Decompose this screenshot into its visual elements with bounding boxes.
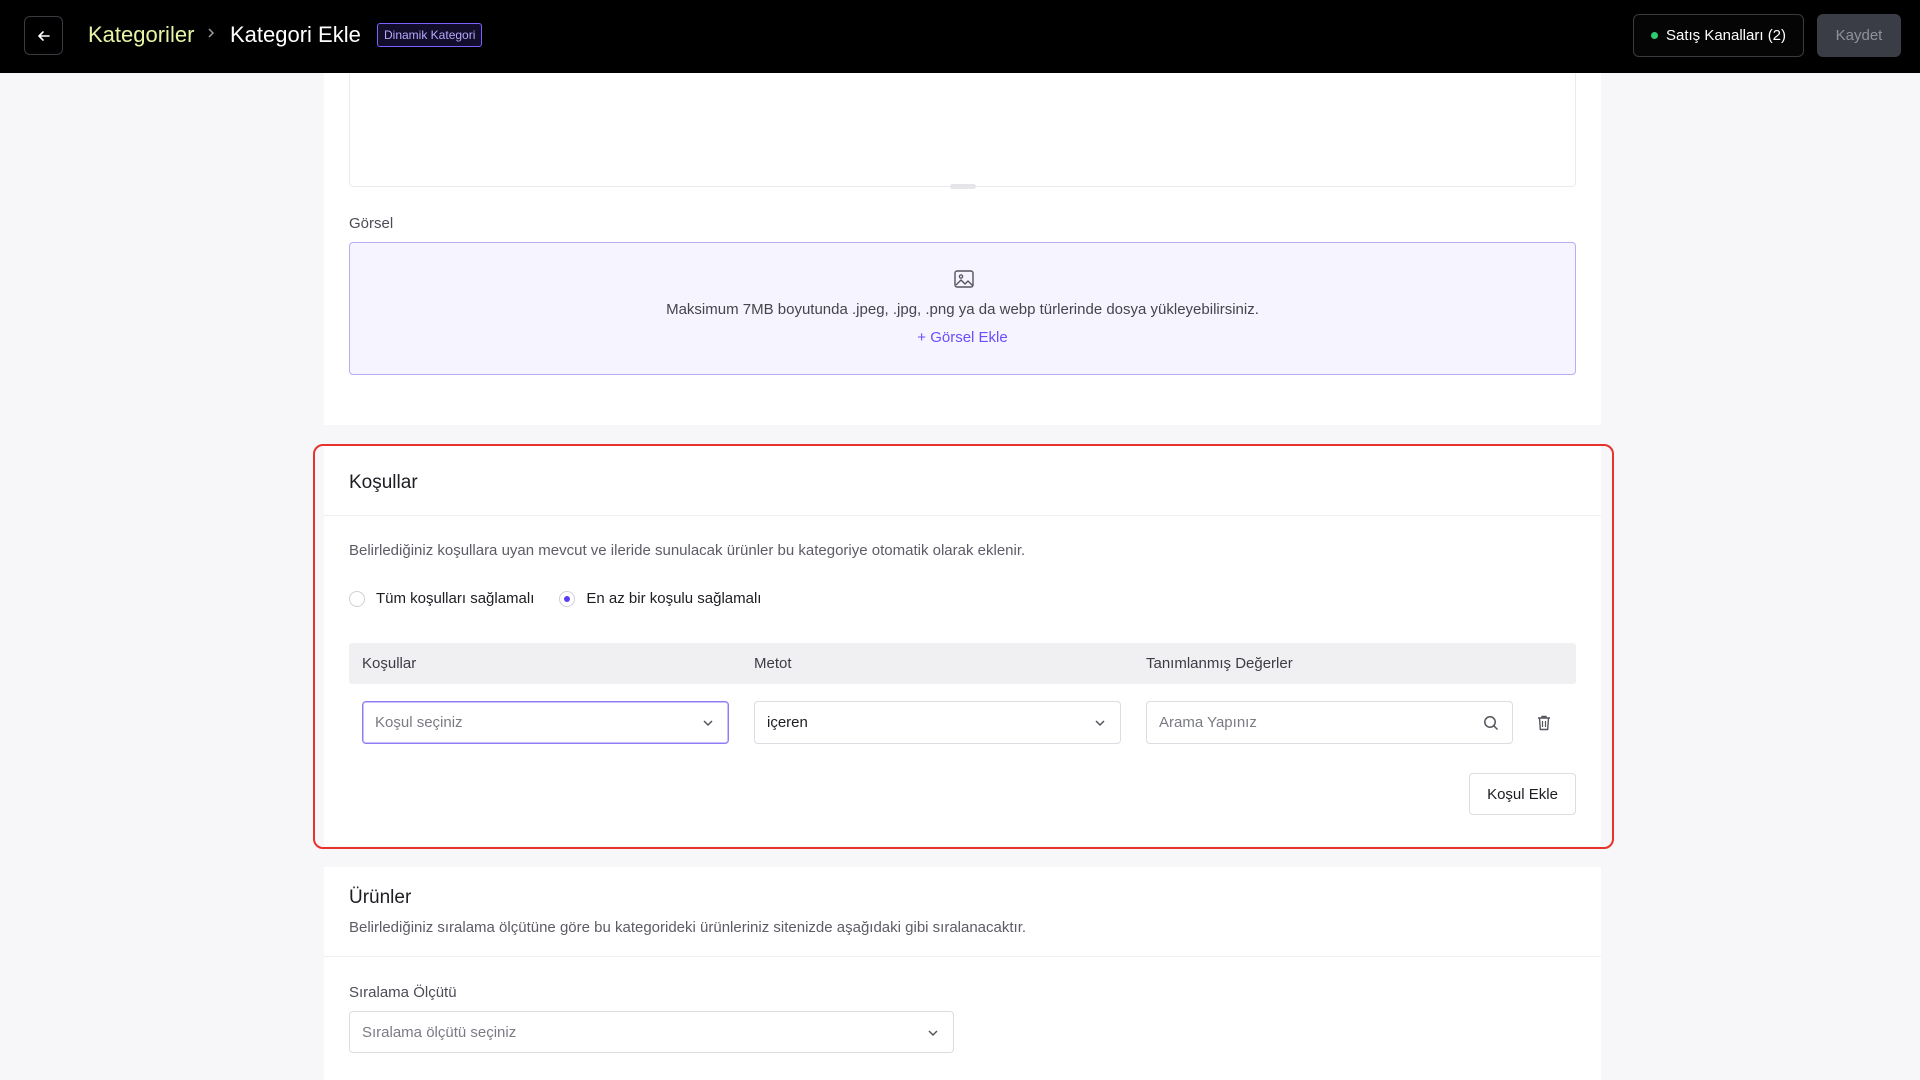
details-card: Görsel Maksimum 7MB boyutunda .jpeg, .jp… xyxy=(324,73,1601,425)
sort-select[interactable]: Sıralama ölçütü seçiniz xyxy=(349,1011,954,1053)
conditions-title: Koşullar xyxy=(349,472,418,493)
search-icon[interactable] xyxy=(1482,714,1500,732)
values-search-input[interactable]: Arama Yapınız xyxy=(1146,701,1513,744)
radio-all-conditions-label[interactable]: Tüm koşulları sağlamalı xyxy=(376,590,534,607)
divider xyxy=(324,515,1601,516)
sales-channels-label: Satış Kanalları (2) xyxy=(1665,27,1787,44)
sort-label: Sıralama Ölçütü xyxy=(349,984,457,1001)
chevron-down-icon xyxy=(1095,720,1105,727)
top-bar: Kategoriler Kategori Ekle Dinamik Katego… xyxy=(0,0,1920,73)
image-upload-zone[interactable]: Maksimum 7MB boyutunda .jpeg, .jpg, .png… xyxy=(349,242,1576,375)
page-title: Kategori Ekle xyxy=(230,22,361,47)
back-button[interactable] xyxy=(24,16,63,55)
chevron-down-icon xyxy=(928,1030,938,1037)
image-icon xyxy=(954,270,974,288)
image-label: Görsel xyxy=(349,215,394,232)
conditions-table-header: Koşullar Metot Tanımlanmış Değerler xyxy=(349,643,1576,684)
conditions-description: Belirlediğiniz koşullara uyan mevcut ve … xyxy=(349,542,1026,559)
condition-select-placeholder: Koşul seçiniz xyxy=(375,714,463,731)
status-dot-icon xyxy=(1650,32,1658,39)
products-title: Ürünler xyxy=(349,887,412,908)
add-condition-button[interactable]: Koşul Ekle xyxy=(1469,773,1576,815)
dynamic-category-badge: Dinamik Kategori xyxy=(377,23,483,47)
breadcrumb-separator-icon xyxy=(206,24,216,45)
radio-any-condition-label[interactable]: En az bir koşulu sağlamalı xyxy=(586,590,761,607)
sort-select-placeholder: Sıralama ölçütü seçiniz xyxy=(362,1023,517,1041)
radio-any-condition[interactable] xyxy=(559,590,576,607)
upload-hint: Maksimum 7MB boyutunda .jpeg, .jpg, .png… xyxy=(666,301,1259,318)
column-header-method: Metot xyxy=(754,655,792,672)
method-select-value: içeren xyxy=(767,714,808,731)
values-search-placeholder: Arama Yapınız xyxy=(1159,714,1257,731)
column-header-values: Tanımlanmış Değerler xyxy=(1146,655,1293,672)
products-card: Ürünler Belirlediğiniz sıralama ölçütüne… xyxy=(324,867,1601,1080)
condition-select[interactable]: Koşul seçiniz xyxy=(362,701,729,744)
arrow-left-icon xyxy=(37,30,50,41)
add-image-link[interactable]: + Görsel Ekle xyxy=(350,329,1575,346)
save-button[interactable]: Kaydet xyxy=(1817,14,1901,57)
method-select[interactable]: içeren xyxy=(754,701,1121,744)
radio-all-conditions[interactable] xyxy=(349,590,365,607)
products-description: Belirlediğiniz sıralama ölçütüne göre bu… xyxy=(349,919,1027,936)
chevron-down-icon xyxy=(703,720,713,727)
trash-icon[interactable] xyxy=(1536,714,1552,732)
breadcrumb-root[interactable]: Kategoriler xyxy=(88,22,194,48)
column-header-conditions: Koşullar xyxy=(362,655,417,672)
sales-channels-button[interactable]: Satış Kanalları (2) xyxy=(1633,14,1804,57)
description-editor[interactable] xyxy=(349,73,1576,189)
conditions-card: Koşullar Belirlediğiniz koşullara uyan m… xyxy=(324,446,1601,846)
divider xyxy=(324,956,1601,957)
match-mode-radio-group: Tüm koşulları sağlamalı En az bir koşulu… xyxy=(349,590,761,607)
resize-handle-icon[interactable] xyxy=(950,184,976,189)
